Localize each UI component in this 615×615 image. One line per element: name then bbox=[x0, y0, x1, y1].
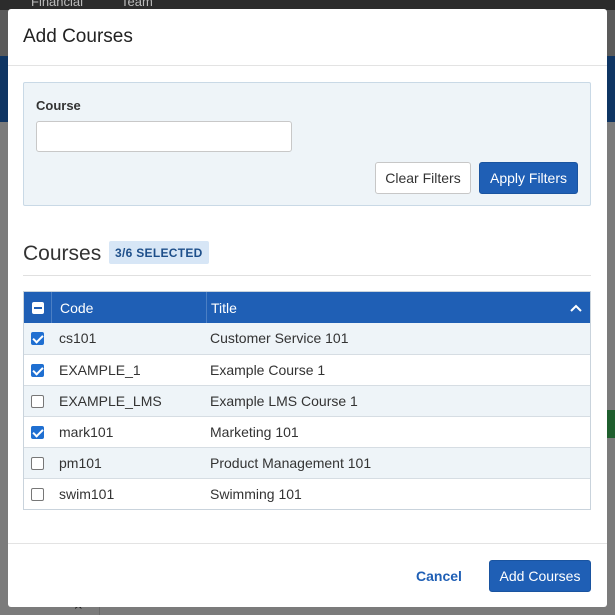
course-code: cs101 bbox=[59, 330, 97, 346]
add-courses-button[interactable]: Add Courses bbox=[489, 560, 591, 592]
background-nav-tab-financial: Financial bbox=[31, 0, 84, 9]
selected-count-badge: 3/6 SELECTED bbox=[109, 241, 209, 264]
courses-section-title: Courses bbox=[23, 242, 102, 265]
row-checkbox[interactable] bbox=[31, 456, 44, 470]
row-checkbox[interactable] bbox=[31, 394, 44, 408]
row-checkbox-cell[interactable] bbox=[24, 479, 51, 509]
add-courses-modal: Add Courses Course Clear Filters Apply F… bbox=[8, 9, 607, 607]
course-title: Example LMS Course 1 bbox=[210, 393, 358, 409]
table-header: Code Title bbox=[24, 292, 590, 323]
column-header-title-label: Title bbox=[211, 299, 237, 316]
course-filter-label: Course bbox=[36, 98, 81, 113]
table-row[interactable]: EXAMPLE_LMS Example LMS Course 1 bbox=[24, 385, 590, 416]
row-checkbox-cell[interactable] bbox=[24, 323, 51, 353]
table-row[interactable]: cs101 Customer Service 101 bbox=[24, 323, 590, 354]
filter-panel: Course Clear Filters Apply Filters bbox=[23, 82, 591, 206]
row-checkbox[interactable] bbox=[31, 363, 44, 377]
row-checkbox-cell[interactable] bbox=[24, 448, 51, 478]
modal-title: Add Courses bbox=[23, 26, 133, 47]
chevron-up-icon[interactable] bbox=[568, 300, 584, 316]
cancel-button[interactable]: Cancel bbox=[416, 560, 462, 592]
select-all-checkbox[interactable] bbox=[24, 292, 51, 323]
course-title: Swimming 101 bbox=[210, 486, 302, 502]
column-header-code[interactable]: Code bbox=[51, 292, 206, 323]
table-row[interactable]: EXAMPLE_1 Example Course 1 bbox=[24, 354, 590, 385]
apply-filters-button[interactable]: Apply Filters bbox=[479, 162, 578, 194]
course-code: mark101 bbox=[59, 424, 114, 440]
courses-table: Code Title cs101 Customer Service 101 EXAM… bbox=[23, 291, 591, 510]
row-checkbox[interactable] bbox=[31, 487, 44, 501]
section-divider bbox=[23, 275, 591, 276]
course-title: Product Management 101 bbox=[210, 455, 372, 471]
row-checkbox-cell[interactable] bbox=[24, 417, 51, 447]
row-checkbox-cell[interactable] bbox=[24, 386, 51, 416]
background-nav-tab-team: Team bbox=[121, 0, 153, 9]
modal-footer: Cancel Add Courses bbox=[8, 543, 607, 607]
course-filter-input[interactable] bbox=[36, 121, 292, 152]
table-body: cs101 Customer Service 101 EXAMPLE_1 Exampl… bbox=[24, 323, 590, 509]
course-code: EXAMPLE_LMS bbox=[59, 393, 162, 409]
row-checkbox[interactable] bbox=[31, 331, 44, 345]
course-title: Marketing 101 bbox=[210, 424, 299, 440]
course-code: EXAMPLE_1 bbox=[59, 362, 141, 378]
modal-body: Course Clear Filters Apply Filters Cours… bbox=[8, 67, 607, 543]
row-checkbox[interactable] bbox=[31, 425, 44, 439]
table-row[interactable]: mark101 Marketing 101 bbox=[24, 416, 590, 447]
course-title: Customer Service 101 bbox=[210, 330, 349, 346]
column-header-title[interactable]: Title bbox=[206, 292, 592, 323]
table-row[interactable]: swim101 Swimming 101 bbox=[24, 478, 590, 509]
course-title: Example Course 1 bbox=[210, 362, 326, 378]
table-row[interactable]: pm101 Product Management 101 bbox=[24, 447, 590, 478]
course-code: swim101 bbox=[59, 486, 115, 502]
indeterminate-checkbox-icon bbox=[31, 301, 44, 314]
course-code: pm101 bbox=[59, 455, 102, 471]
modal-header: Add Courses bbox=[8, 9, 607, 66]
clear-filters-button[interactable]: Clear Filters bbox=[375, 162, 471, 194]
row-checkbox-cell[interactable] bbox=[24, 355, 51, 385]
